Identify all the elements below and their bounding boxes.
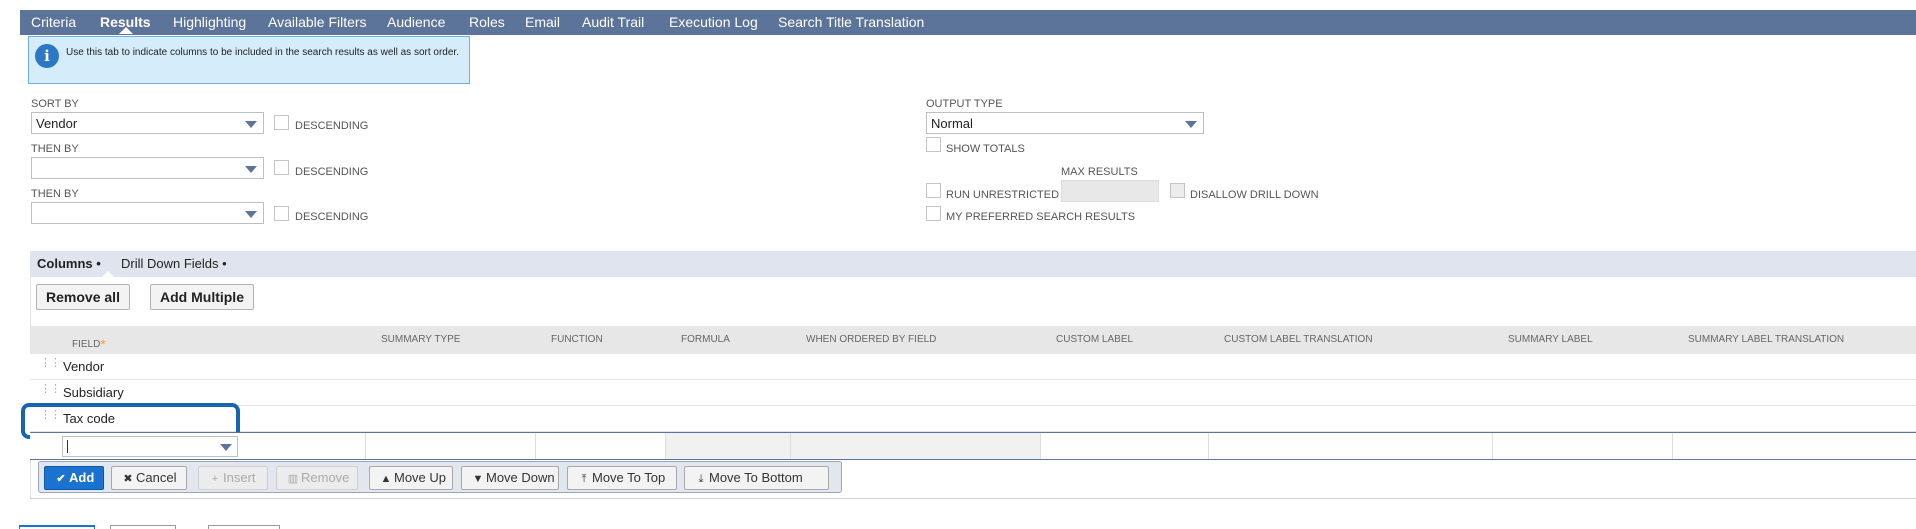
insert-button[interactable]: + Insert <box>198 466 268 490</box>
disallow-drill-down-label: DISALLOW DRILL DOWN <box>1190 189 1319 201</box>
header-custom-label: CUSTOM LABEL <box>1056 334 1134 345</box>
show-totals-checkbox[interactable] <box>926 137 941 152</box>
active-tab-indicator <box>119 27 133 34</box>
move-to-top-button[interactable]: ⤒ Move To Top <box>567 466 677 490</box>
chevron-down-icon <box>220 444 232 451</box>
edit-cell-when-ordered <box>791 433 1041 459</box>
check-icon: ✔ <box>56 473 66 485</box>
subtab-columns[interactable]: Columns • <box>37 256 101 271</box>
required-marker: * <box>100 336 106 352</box>
chevron-down-icon <box>245 121 257 128</box>
trash-icon: ▥ <box>287 473 299 485</box>
run-unrestricted-checkbox[interactable] <box>926 183 941 198</box>
tab-criteria[interactable]: Criteria <box>31 14 76 30</box>
info-box: i Use this tab to indicate columns to be… <box>28 36 470 84</box>
then-by-2-descending-checkbox[interactable] <box>274 206 289 221</box>
chevron-down-icon <box>245 166 257 173</box>
remove-all-button[interactable]: Remove all <box>36 284 130 310</box>
header-formula: FORMULA <box>681 334 730 345</box>
then-by-select-1[interactable] <box>31 157 264 179</box>
output-type-label: OUTPUT TYPE <box>926 98 1003 110</box>
row-action-bar: ✔ Add ✖ Cancel + Insert ▥ Remove ▲ Move Up ▼ M… <box>38 461 842 493</box>
row-field: Vendor <box>63 359 105 374</box>
table-row[interactable]: ⋮⋮ Subsidiary <box>30 380 1916 406</box>
cancel-button[interactable]: ✖ Cancel <box>111 466 187 490</box>
subtab-drill-down-fields[interactable]: Drill Down Fields • <box>121 256 227 271</box>
bottom-primary-button[interactable] <box>19 525 95 529</box>
arrow-up-icon: ▲ <box>380 473 392 485</box>
tab-email[interactable]: Email <box>525 14 560 30</box>
disallow-drill-down-checkbox[interactable] <box>1170 183 1185 198</box>
edit-cell-summary-type[interactable] <box>366 433 536 459</box>
edit-row <box>30 432 1916 460</box>
move-up-button[interactable]: ▲ Move Up <box>369 466 453 490</box>
max-results-input[interactable] <box>1061 180 1159 202</box>
tab-audience[interactable]: Audience <box>387 14 445 30</box>
tab-roles[interactable]: Roles <box>469 14 505 30</box>
tab-search-title-translation[interactable]: Search Title Translation <box>778 14 924 30</box>
arrow-down-icon: ▼ <box>472 473 484 485</box>
max-results-label: MAX RESULTS <box>1061 166 1138 178</box>
sort-by-select[interactable]: Vendor <box>31 112 264 134</box>
then-by-2-descending-label: DESCENDING <box>295 211 369 223</box>
table-row[interactable]: ⋮⋮ Vendor <box>30 354 1916 380</box>
header-summary-type: SUMMARY TYPE <box>381 334 461 345</box>
output-type-select[interactable]: Normal <box>926 112 1204 134</box>
row-field: Subsidiary <box>63 385 124 400</box>
header-summary-label: SUMMARY LABEL <box>1508 334 1593 345</box>
chevron-down-icon <box>1185 121 1197 128</box>
subtab-bar: Columns • Drill Down Fields • <box>30 251 1916 277</box>
sort-by-value: Vendor <box>36 116 78 131</box>
then-by-label-1: THEN BY <box>31 143 79 155</box>
table-row[interactable]: ⋮⋮ Tax code <box>30 406 1916 432</box>
add-multiple-button[interactable]: Add Multiple <box>150 284 254 310</box>
my-preferred-label: MY PREFERRED SEARCH RESULTS <box>946 211 1136 223</box>
move-down-button[interactable]: ▼ Move Down <box>461 466 559 490</box>
close-icon: ✖ <box>123 473 133 485</box>
edit-cell-custom-label-translation[interactable] <box>1209 433 1493 459</box>
sort-by-label: SORT BY <box>31 98 79 110</box>
then-by-1-descending-label: DESCENDING <box>295 166 369 178</box>
drag-handle-icon[interactable]: ⋮⋮ <box>40 384 61 395</box>
show-totals-label: SHOW TOTALS <box>946 143 1025 155</box>
column-header-row: FIELD* SUMMARY TYPE FUNCTION FORMULA WHE… <box>30 326 1916 354</box>
drag-handle-icon[interactable]: ⋮⋮ <box>40 358 61 369</box>
then-by-select-2[interactable] <box>31 202 264 224</box>
info-icon: i <box>35 44 59 68</box>
move-to-bottom-icon: ⤓ <box>698 473 704 485</box>
chevron-down-icon <box>245 211 257 218</box>
add-button[interactable]: ✔ Add <box>44 466 104 490</box>
sort-by-descending-checkbox[interactable] <box>274 115 289 130</box>
bottom-button[interactable] <box>110 525 176 529</box>
output-type-value: Normal <box>931 116 973 131</box>
header-custom-label-translation: CUSTOM LABEL TRANSLATION <box>1224 334 1373 345</box>
tab-available-filters[interactable]: Available Filters <box>268 14 367 30</box>
remove-button[interactable]: ▥ Remove <box>276 466 358 490</box>
header-summary-label-translation: SUMMARY LABEL TRANSLATION <box>1688 334 1845 345</box>
tab-execution-log[interactable]: Execution Log <box>669 14 758 30</box>
tab-highlighting[interactable]: Highlighting <box>173 14 246 30</box>
run-unrestricted-label: RUN UNRESTRICTED <box>946 189 1060 201</box>
then-by-label-2: THEN BY <box>31 188 79 200</box>
edit-cell-formula <box>666 433 791 459</box>
then-by-1-descending-checkbox[interactable] <box>274 160 289 175</box>
my-preferred-checkbox[interactable] <box>926 206 941 221</box>
sort-by-descending-label: DESCENDING <box>295 120 369 132</box>
edit-cell-summary-label[interactable] <box>1493 433 1673 459</box>
edit-cell-custom-label[interactable] <box>1041 433 1209 459</box>
move-to-bottom-button[interactable]: ⤓ Move To Bottom <box>684 466 829 490</box>
header-when-ordered-by-field: WHEN ORDERED BY FIELD <box>806 334 937 345</box>
results-tab-bar: Criteria Results Highlighting Available … <box>20 10 1916 35</box>
header-function: FUNCTION <box>551 334 603 345</box>
bottom-button[interactable] <box>208 525 280 529</box>
edit-cell-function[interactable] <box>536 433 666 459</box>
field-select[interactable] <box>62 436 238 457</box>
text-cursor <box>67 440 68 453</box>
plus-icon: + <box>211 473 219 485</box>
header-field: FIELD* <box>72 336 106 352</box>
info-text: Use this tab to indicate columns to be i… <box>66 47 459 58</box>
move-to-top-icon: ⤒ <box>581 473 587 485</box>
tab-audit-trail[interactable]: Audit Trail <box>582 14 644 30</box>
